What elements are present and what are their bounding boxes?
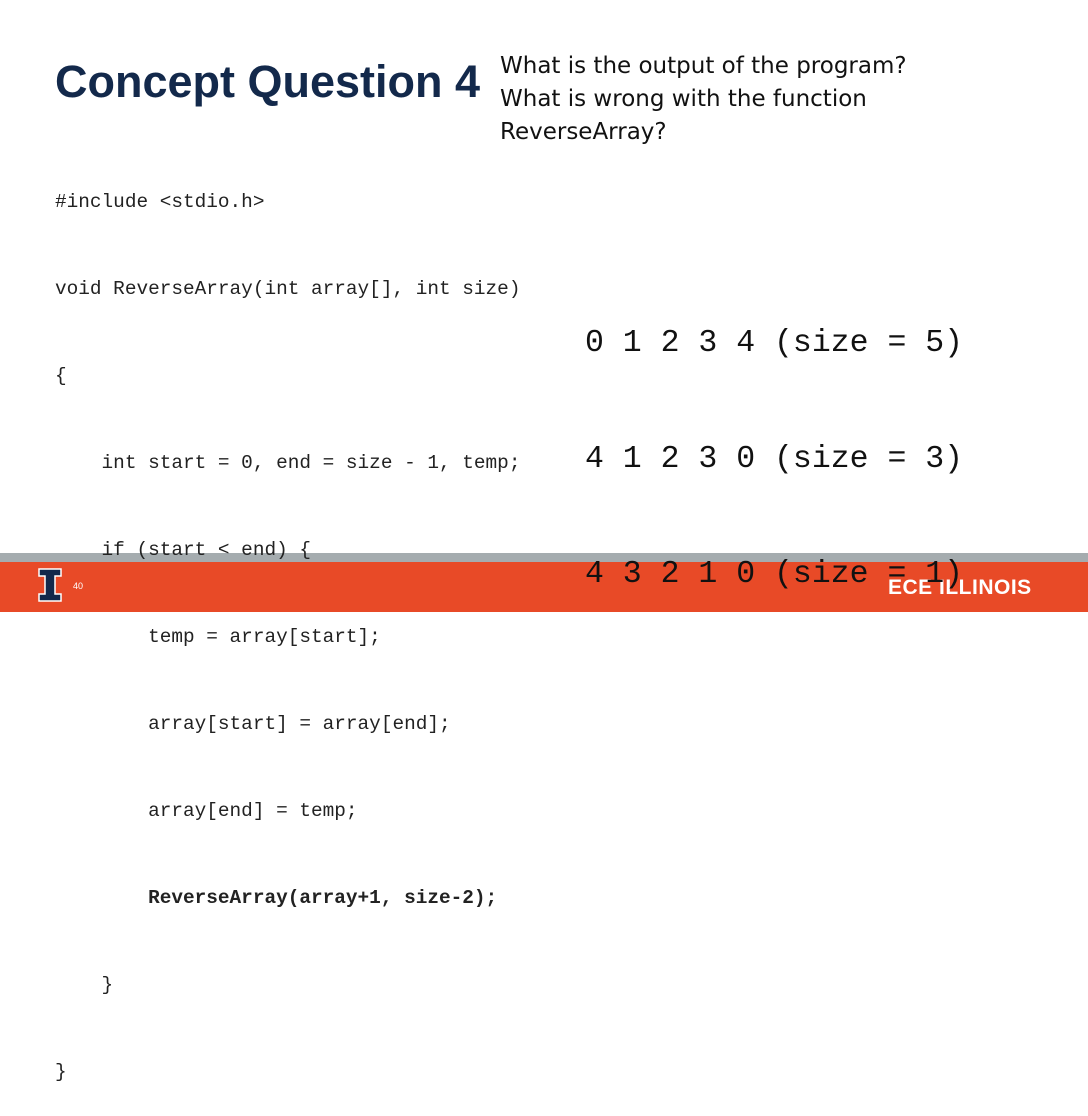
output-line: 0 1 2 3 4 (size = 5): [585, 326, 964, 361]
code-line: #include <stdio.h>: [55, 191, 265, 213]
output-block: 0 1 2 3 4 (size = 5) 4 1 2 3 0 (size = 3…: [585, 248, 1005, 633]
question-line: What is wrong with the function: [500, 86, 867, 112]
question-line: ReverseArray?: [500, 119, 667, 145]
code-line: if (start < end) {: [55, 539, 311, 561]
code-line: array[start] = array[end];: [55, 713, 451, 735]
page-number: 40: [73, 581, 84, 591]
output-line: 4 3 2 1 0 (size = 1): [585, 557, 964, 592]
question-line: What is the output of the program?: [500, 53, 907, 79]
code-line: void ReverseArray(int array[], int size): [55, 278, 521, 300]
code-line: array[end] = temp;: [55, 800, 358, 822]
code-block: #include <stdio.h> void ReverseArray(int…: [55, 130, 555, 1116]
illinois-block-i-icon: [38, 568, 62, 602]
code-line: int start = 0, end = size - 1, temp;: [55, 452, 521, 474]
code-line: }: [55, 974, 114, 996]
code-line: }: [55, 1061, 67, 1083]
question-text: What is the output of the program? What …: [500, 50, 907, 149]
output-line: 4 1 2 3 0 (size = 3): [585, 441, 964, 477]
slide-title: Concept Question 4: [55, 56, 481, 107]
code-line: {: [55, 365, 67, 387]
code-line: ReverseArray(array+1, size-2);: [55, 887, 498, 909]
code-line: temp = array[start];: [55, 626, 381, 648]
